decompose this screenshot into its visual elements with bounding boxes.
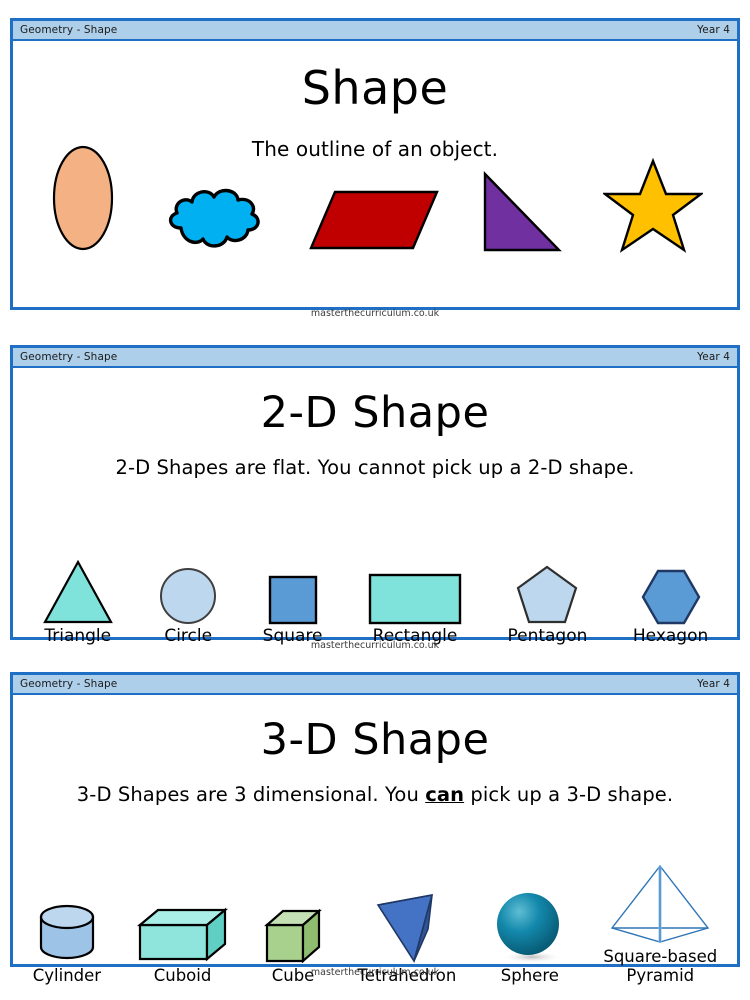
page-subtitle: 2-D Shapes are flat. You cannot pick up …	[115, 456, 635, 479]
panel-header-topic: Geometry - Shape	[20, 351, 118, 363]
page-subtitle: 3-D Shapes are 3 dimensional. You can pi…	[13, 783, 737, 806]
shape-gallery-outline	[13, 139, 737, 254]
tetrahedron-icon	[370, 889, 444, 965]
shape-item-rectangle: Rectangle	[368, 573, 462, 646]
shape-item-square: Square	[263, 575, 323, 646]
page-title: 2-D Shape	[260, 388, 490, 438]
panel-header: Geometry - Shape Year 4	[13, 21, 737, 41]
cloud-icon	[159, 182, 269, 254]
square-icon	[268, 575, 318, 625]
watermark: masterthecurriculum.co.uk	[310, 967, 440, 978]
panel-header-topic: Geometry - Shape	[20, 678, 118, 690]
sphere-icon	[492, 889, 568, 965]
subtitle-text-before: 3-D Shapes are 3 dimensional. You	[76, 783, 426, 806]
shape-item-ellipse	[47, 142, 119, 254]
cube-icon	[264, 907, 322, 965]
panel-header-year: Year 4	[697, 678, 730, 690]
cuboid-icon	[136, 905, 229, 965]
watermark: masterthecurriculum.co.uk	[310, 640, 440, 651]
panel-header: Geometry - Shape Year 4	[13, 675, 737, 695]
panel-header-year: Year 4	[697, 351, 730, 363]
shape-item-circle: Circle	[159, 567, 217, 646]
cylinder-icon	[36, 903, 98, 965]
rectangle-icon	[368, 573, 462, 625]
square-based-pyramid-icon	[609, 862, 711, 946]
page-title: Shape	[301, 61, 449, 115]
subtitle-text-after: pick up a 3-D shape.	[464, 783, 674, 806]
panel-body: 2-D Shape 2-D Shapes are flat. You canno…	[13, 388, 737, 655]
panel-body: 3-D Shape 3-D Shapes are 3 dimensional. …	[13, 715, 737, 985]
shape-item-cloud	[159, 182, 269, 254]
star-icon	[603, 158, 703, 254]
panel-header-topic: Geometry - Shape	[20, 24, 118, 36]
shape-gallery-3d: Cylinder Cuboid Cube Tetrahedron Sphere …	[13, 855, 737, 985]
worksheet-page: Geometry - Shape Year 4 Shape The outlin…	[0, 0, 750, 1000]
slide-panel-3d-shape: Geometry - Shape Year 4 3-D Shape 3-D Sh…	[10, 672, 740, 985]
page-title: 3-D Shape	[260, 715, 490, 765]
hexagon-icon	[641, 569, 701, 625]
shape-item-star	[603, 158, 703, 254]
panel-header-year: Year 4	[697, 24, 730, 36]
pentagon-icon	[516, 565, 578, 625]
circle-icon	[159, 567, 217, 625]
parallelogram-icon	[309, 186, 439, 254]
slide-panel-shape: Geometry - Shape Year 4 Shape The outlin…	[10, 18, 740, 319]
panel-body: Shape The outline of an object. masterth…	[13, 61, 737, 325]
shape-item-parallelogram	[309, 186, 439, 254]
shape-gallery-2d: Triangle Circle Square Rectangle Pentago…	[13, 536, 737, 646]
triangle-icon	[42, 559, 114, 625]
ellipse-icon	[47, 142, 119, 254]
shape-item-right-triangle	[479, 170, 563, 254]
shape-item-pentagon: Pentagon	[507, 565, 587, 646]
panel-header: Geometry - Shape Year 4	[13, 348, 737, 368]
right-triangle-icon	[479, 170, 563, 254]
subtitle-emphasis: can	[425, 783, 465, 806]
watermark: masterthecurriculum.co.uk	[310, 308, 440, 319]
shape-item-hexagon: Hexagon	[633, 569, 708, 646]
slide-panel-2d-shape: Geometry - Shape Year 4 2-D Shape 2-D Sh…	[10, 345, 740, 651]
shape-item-triangle: Triangle	[42, 559, 114, 646]
